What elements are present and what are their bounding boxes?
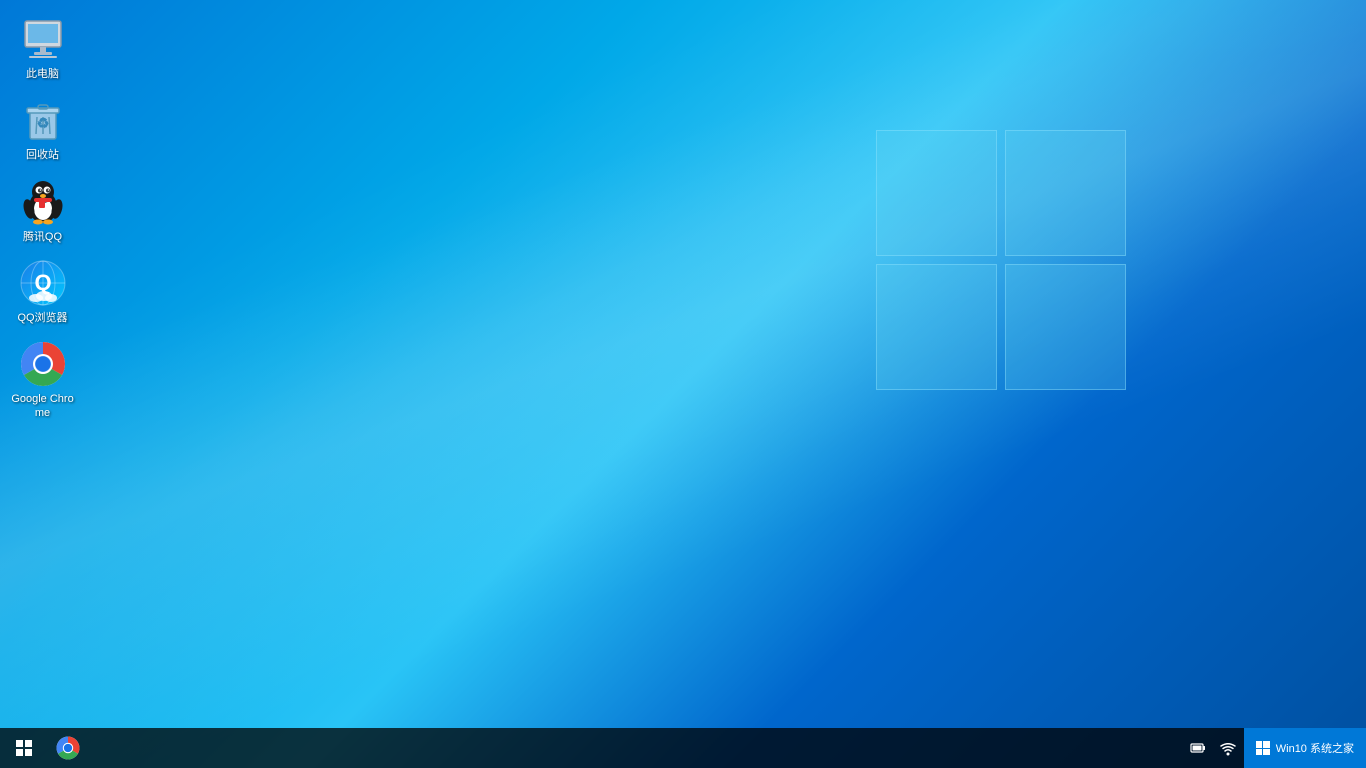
taskbar-chrome-button[interactable] — [48, 728, 88, 768]
recycle-bin-icon: ♻ — [19, 96, 67, 144]
start-button[interactable] — [0, 728, 48, 768]
desktop-icons-container: 此电脑 ♻ 回收站 — [5, 10, 80, 426]
recycle-bin-label: 回收站 — [26, 148, 59, 162]
system-tray: Win10 系统之家 — [1184, 728, 1366, 768]
this-pc-label: 此电脑 — [26, 67, 59, 81]
this-pc-icon — [19, 15, 67, 63]
qq-svg — [20, 179, 66, 225]
start-pane-bl — [16, 749, 23, 756]
desktop-icon-qq-browser[interactable]: Q QQ浏览器 — [5, 254, 80, 330]
qq-browser-svg: Q — [20, 260, 66, 306]
win10-pane-tr — [1263, 741, 1270, 748]
qq-label: 腾讯QQ — [23, 230, 62, 244]
start-pane-tr — [25, 740, 32, 747]
start-pane-br — [25, 749, 32, 756]
win-pane-tl — [876, 130, 997, 256]
win10-pane-br — [1263, 749, 1270, 756]
win10-brand-area[interactable]: Win10 系统之家 — [1244, 728, 1366, 768]
start-pane-tl — [16, 740, 23, 747]
recycle-bin-svg: ♻ — [22, 98, 64, 142]
win10-brand-text: Win10 系统之家 — [1276, 740, 1354, 756]
tray-battery[interactable] — [1184, 728, 1212, 768]
battery-icon — [1190, 740, 1206, 756]
qq-icon — [19, 178, 67, 226]
chrome-icon — [19, 340, 67, 388]
win10-pane-bl — [1256, 749, 1263, 756]
chrome-svg — [20, 341, 66, 387]
taskbar: Win10 系统之家 — [0, 728, 1366, 768]
chrome-label: Google Chrome — [10, 392, 75, 421]
qq-browser-label: QQ浏览器 — [17, 311, 67, 325]
desktop-icon-qq[interactable]: 腾讯QQ — [5, 173, 80, 249]
win-pane-tr — [1005, 130, 1126, 256]
start-icon — [16, 740, 32, 756]
windows-logo-wallpaper — [876, 130, 1136, 390]
desktop-icon-recycle-bin[interactable]: ♻ 回收站 — [5, 91, 80, 167]
this-pc-svg — [21, 19, 65, 59]
desktop: 此电脑 ♻ 回收站 — [0, 0, 1366, 768]
light-ray-1 — [0, 0, 1366, 768]
network-icon — [1220, 740, 1236, 756]
desktop-icon-this-pc[interactable]: 此电脑 — [5, 10, 80, 86]
win10-pane-tl — [1256, 741, 1263, 748]
win-pane-br — [1005, 264, 1126, 390]
desktop-icon-chrome[interactable]: Google Chrome — [5, 335, 80, 426]
tray-network[interactable] — [1214, 728, 1242, 768]
taskbar-chrome-svg — [56, 736, 80, 760]
win-pane-bl — [876, 264, 997, 390]
qq-browser-icon: Q — [19, 259, 67, 307]
light-ray-2 — [0, 0, 1366, 768]
win10-logo-small — [1256, 741, 1270, 755]
svg-text:♻: ♻ — [36, 115, 49, 131]
